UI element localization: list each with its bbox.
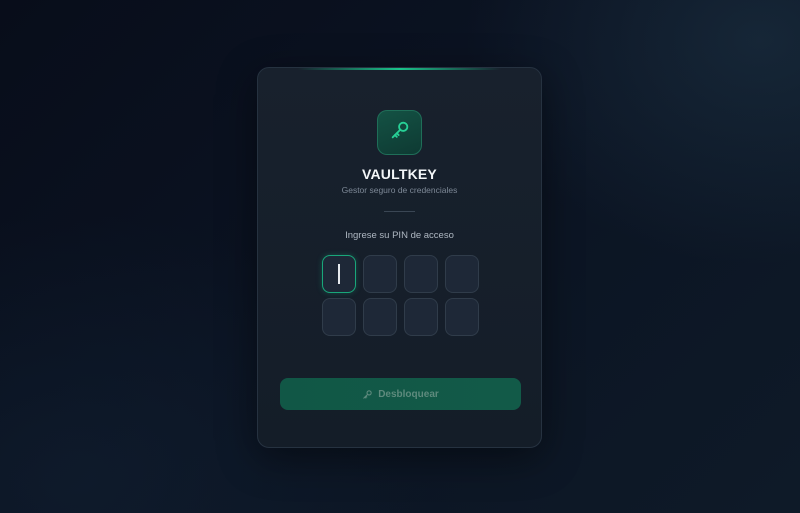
text-caret — [338, 264, 340, 284]
pin-digit-4[interactable] — [445, 255, 479, 293]
unlock-button-label: Desbloquear — [378, 388, 439, 400]
app-subtitle: Gestor seguro de credenciales — [341, 185, 458, 195]
pin-digit-6[interactable] — [363, 298, 397, 336]
app-logo — [377, 110, 422, 155]
app-title: VAULTKEY — [362, 166, 437, 182]
pin-digit-2[interactable] — [363, 255, 397, 293]
pin-digit-7[interactable] — [404, 298, 438, 336]
key-icon — [389, 119, 411, 146]
login-card: VAULTKEY Gestor seguro de credenciales I… — [257, 67, 542, 448]
pin-input-grid — [322, 255, 479, 336]
key-icon — [362, 389, 373, 400]
unlock-button[interactable]: Desbloquear — [280, 378, 521, 410]
pin-digit-1[interactable] — [322, 255, 356, 293]
pin-digit-5[interactable] — [322, 298, 356, 336]
pin-prompt: Ingrese su PIN de acceso — [345, 230, 454, 241]
pin-digit-8[interactable] — [445, 298, 479, 336]
card-accent-line — [298, 68, 501, 70]
divider — [384, 211, 415, 212]
pin-digit-3[interactable] — [404, 255, 438, 293]
